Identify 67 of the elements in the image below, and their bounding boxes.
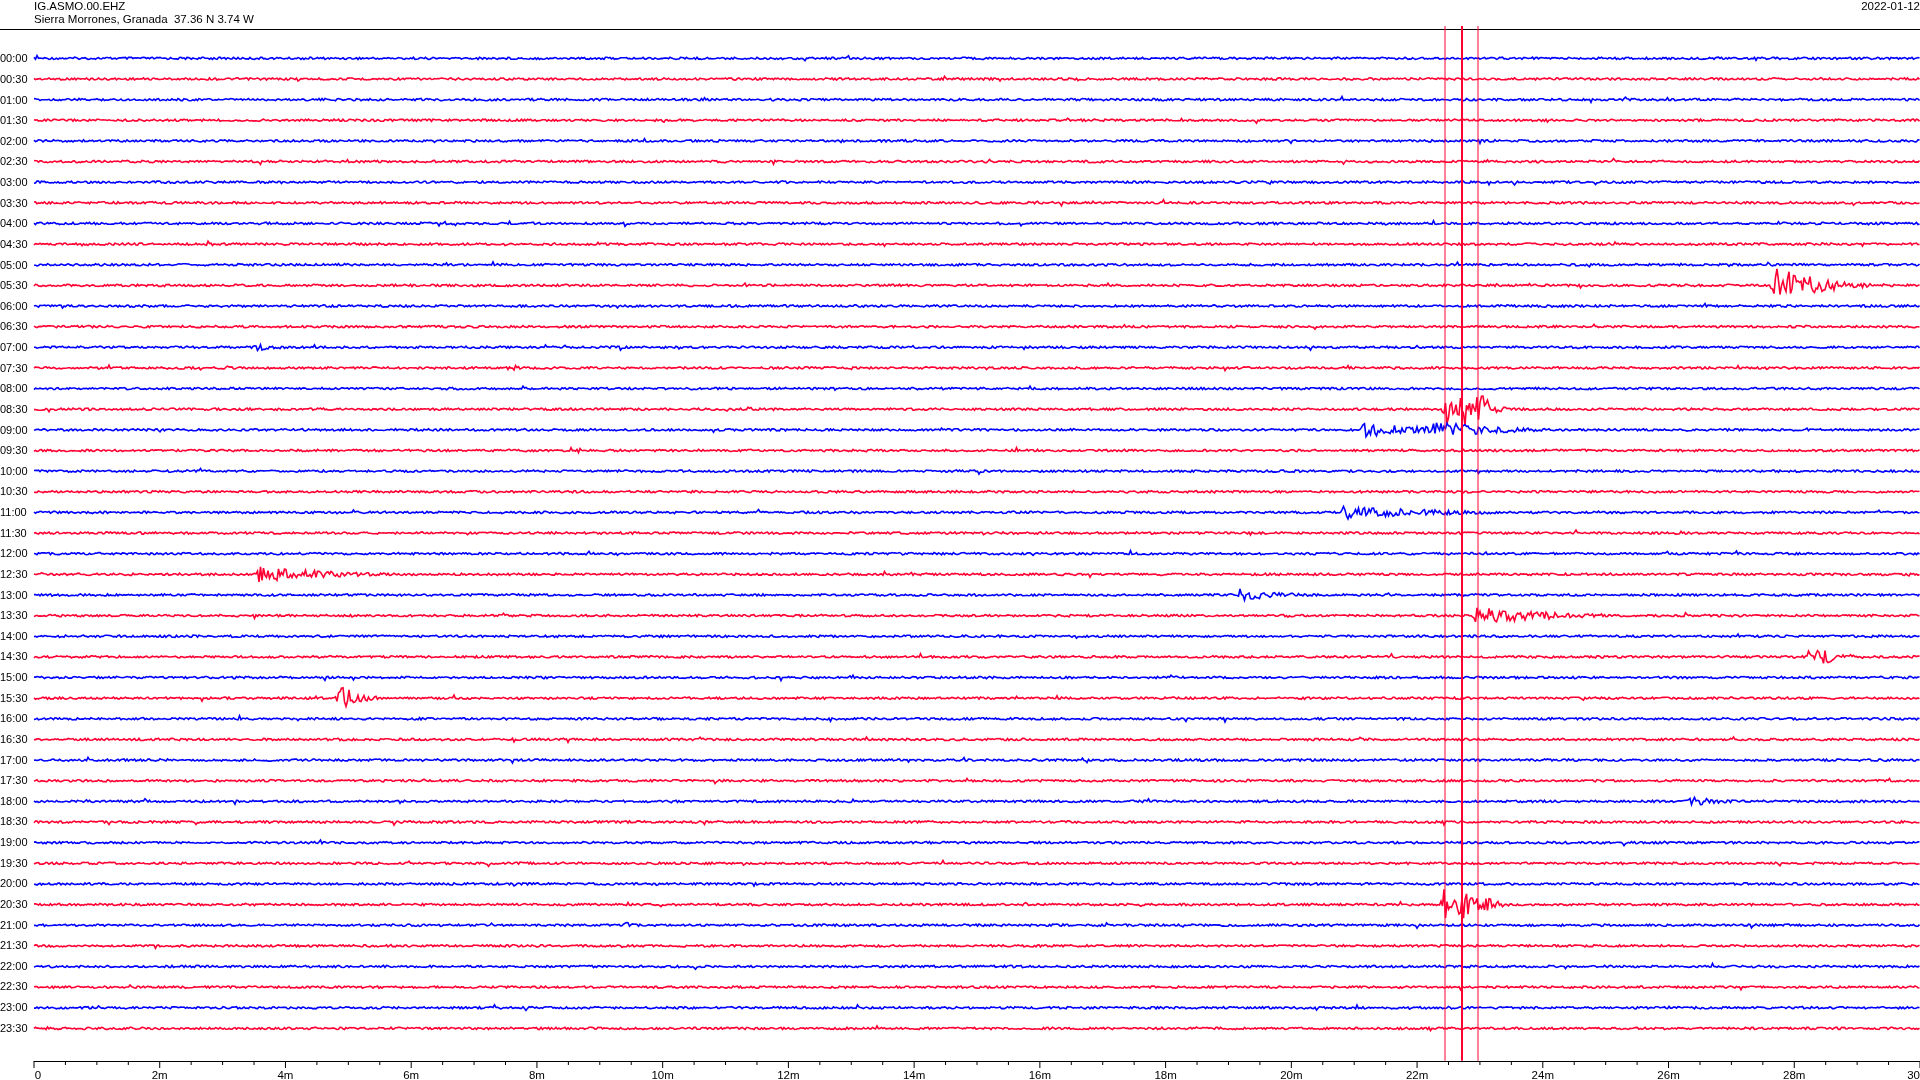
time-label: 01:30 [0,114,28,127]
time-label: 07:30 [0,361,28,374]
time-label: 20:30 [0,897,28,910]
channel-code: IG.ASMO.00.EHZ [34,0,126,13]
time-label: 00:00 [0,52,28,65]
time-label: 02:00 [0,134,28,147]
time-label: 13:30 [0,609,28,622]
time-label: 21:30 [0,939,28,952]
time-label: 02:30 [0,155,28,168]
tick-label: 16m [1028,1068,1052,1080]
time-label: 07:00 [0,341,28,354]
time-label: 11:30 [0,526,27,539]
time-label: 14:30 [0,650,28,663]
time-label: 17:00 [0,753,28,766]
station-name: Sierra Morrones, Granada 37.36 N 3.74 W [34,13,254,26]
time-label: 03:00 [0,176,28,189]
time-label: 20:00 [0,877,28,890]
tick-label: 22m [1405,1068,1429,1080]
time-label: 04:30 [0,237,28,250]
tick-label: 6m [403,1068,420,1080]
time-label: 14:00 [0,629,28,642]
time-label: 19:00 [0,836,28,849]
time-label: 06:30 [0,320,28,333]
tick-label: 30 [1907,1068,1920,1080]
time-label: 22:00 [0,959,28,972]
time-label: 17:30 [0,774,28,787]
time-label: 12:30 [0,567,28,580]
tick-label: 4m [277,1068,294,1080]
time-label: 09:30 [0,444,28,457]
time-label: 11:00 [0,506,27,519]
time-label: 00:30 [0,72,28,85]
time-label: 10:00 [0,464,28,477]
time-label: 15:00 [0,671,28,684]
time-label: 08:30 [0,402,28,415]
time-label: 12:00 [0,547,28,560]
tick-label: 18m [1154,1068,1177,1080]
tick-label: 12m [777,1068,800,1080]
time-label: 15:30 [0,691,28,704]
time-label: 18:30 [0,815,28,828]
time-label: 23:30 [0,1021,28,1034]
time-label: 23:00 [0,1001,28,1014]
tick-label: 24m [1531,1068,1554,1080]
tick-label: 14m [902,1068,926,1080]
tick-label: 26m [1657,1068,1680,1080]
time-label: 06:00 [0,299,28,312]
tick-label: 10m [651,1068,674,1080]
time-label: 10:30 [0,485,28,498]
time-label: 05:30 [0,279,28,292]
time-label: 13:00 [0,588,28,601]
tick-label: 2m [151,1068,168,1080]
time-label: 16:00 [0,712,28,725]
time-label: 16:30 [0,732,28,745]
tick-label: 28m [1783,1068,1806,1080]
tick-label: 20m [1280,1068,1303,1080]
time-label: 18:00 [0,794,28,807]
time-label: 01:00 [0,93,28,106]
time-label: 04:00 [0,217,28,230]
time-label: 09:00 [0,423,28,436]
time-label: 05:00 [0,258,28,271]
tick-label: 8m [528,1068,545,1080]
date-label: 2022-01-12 [1861,0,1920,13]
tick-label: 0 [34,1068,42,1080]
time-label: 19:30 [0,856,28,869]
time-label: 03:30 [0,196,28,209]
time-label: 21:00 [0,918,28,931]
time-label: 08:00 [0,382,28,395]
time-label: 22:30 [0,980,28,993]
